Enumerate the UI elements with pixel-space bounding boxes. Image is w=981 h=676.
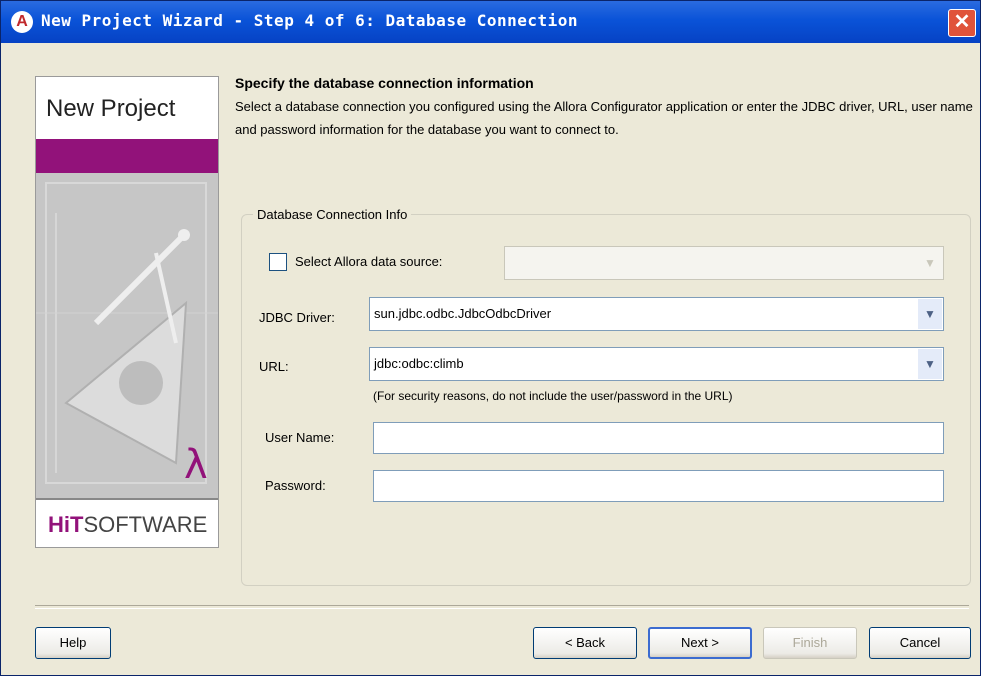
user-name-input[interactable] bbox=[373, 422, 944, 454]
back-button[interactable]: < Back bbox=[533, 627, 637, 659]
side-panel-footer: HiTSOFTWARE bbox=[36, 498, 218, 547]
next-button[interactable]: Next > bbox=[648, 627, 752, 659]
url-value: jdbc:odbc:climb bbox=[374, 356, 464, 371]
drafting-tools-graphic: λ bbox=[36, 173, 218, 498]
side-panel-header: New Project bbox=[36, 77, 218, 139]
page-description: Select a database connection you configu… bbox=[235, 99, 973, 137]
select-data-source-checkbox[interactable] bbox=[269, 253, 287, 271]
side-panel-title: New Project bbox=[46, 95, 176, 122]
user-name-label: User Name: bbox=[265, 430, 335, 445]
chevron-down-icon: ▼ bbox=[918, 248, 942, 278]
cancel-button[interactable]: Cancel bbox=[869, 627, 971, 659]
password-label: Password: bbox=[265, 478, 326, 493]
wizard-window: A New Project Wizard - Step 4 of 6: Data… bbox=[0, 0, 981, 676]
jdbc-driver-value: sun.jdbc.odbc.JdbcOdbcDriver bbox=[374, 306, 552, 321]
data-source-select: ▼ bbox=[504, 246, 944, 280]
help-button[interactable]: Help bbox=[35, 627, 111, 659]
select-data-source-label[interactable]: Select Allora data source: bbox=[295, 254, 442, 269]
drafting-tools-icon: λ bbox=[36, 173, 218, 498]
chevron-down-icon[interactable]: ▼ bbox=[918, 299, 942, 329]
url-security-hint: (For security reasons, do not include th… bbox=[373, 389, 733, 403]
finish-button: Finish bbox=[763, 627, 857, 659]
allora-logo-icon: A bbox=[11, 11, 33, 33]
jdbc-driver-select[interactable]: sun.jdbc.odbc.JdbcOdbcDriver ▼ bbox=[369, 297, 944, 331]
side-panel-banner bbox=[36, 139, 218, 173]
url-select[interactable]: jdbc:odbc:climb ▼ bbox=[369, 347, 944, 381]
hitsoftware-logo: HiTSOFTWARE bbox=[48, 512, 208, 537]
svg-text:λ: λ bbox=[184, 442, 208, 488]
button-separator bbox=[35, 605, 969, 609]
close-button[interactable]: ✕ bbox=[948, 9, 976, 37]
password-input[interactable] bbox=[373, 470, 944, 502]
url-label: URL: bbox=[259, 359, 289, 374]
window-title: New Project Wizard - Step 4 of 6: Databa… bbox=[41, 11, 579, 30]
page-heading: Specify the database connection informat… bbox=[235, 75, 534, 91]
chevron-down-icon[interactable]: ▼ bbox=[918, 349, 942, 379]
side-panel: New Project λ HiTSOFTWARE bbox=[35, 76, 219, 548]
group-label: Database Connection Info bbox=[253, 207, 412, 222]
title-bar[interactable]: A New Project Wizard - Step 4 of 6: Data… bbox=[1, 1, 980, 43]
jdbc-driver-label: JDBC Driver: bbox=[259, 310, 335, 325]
